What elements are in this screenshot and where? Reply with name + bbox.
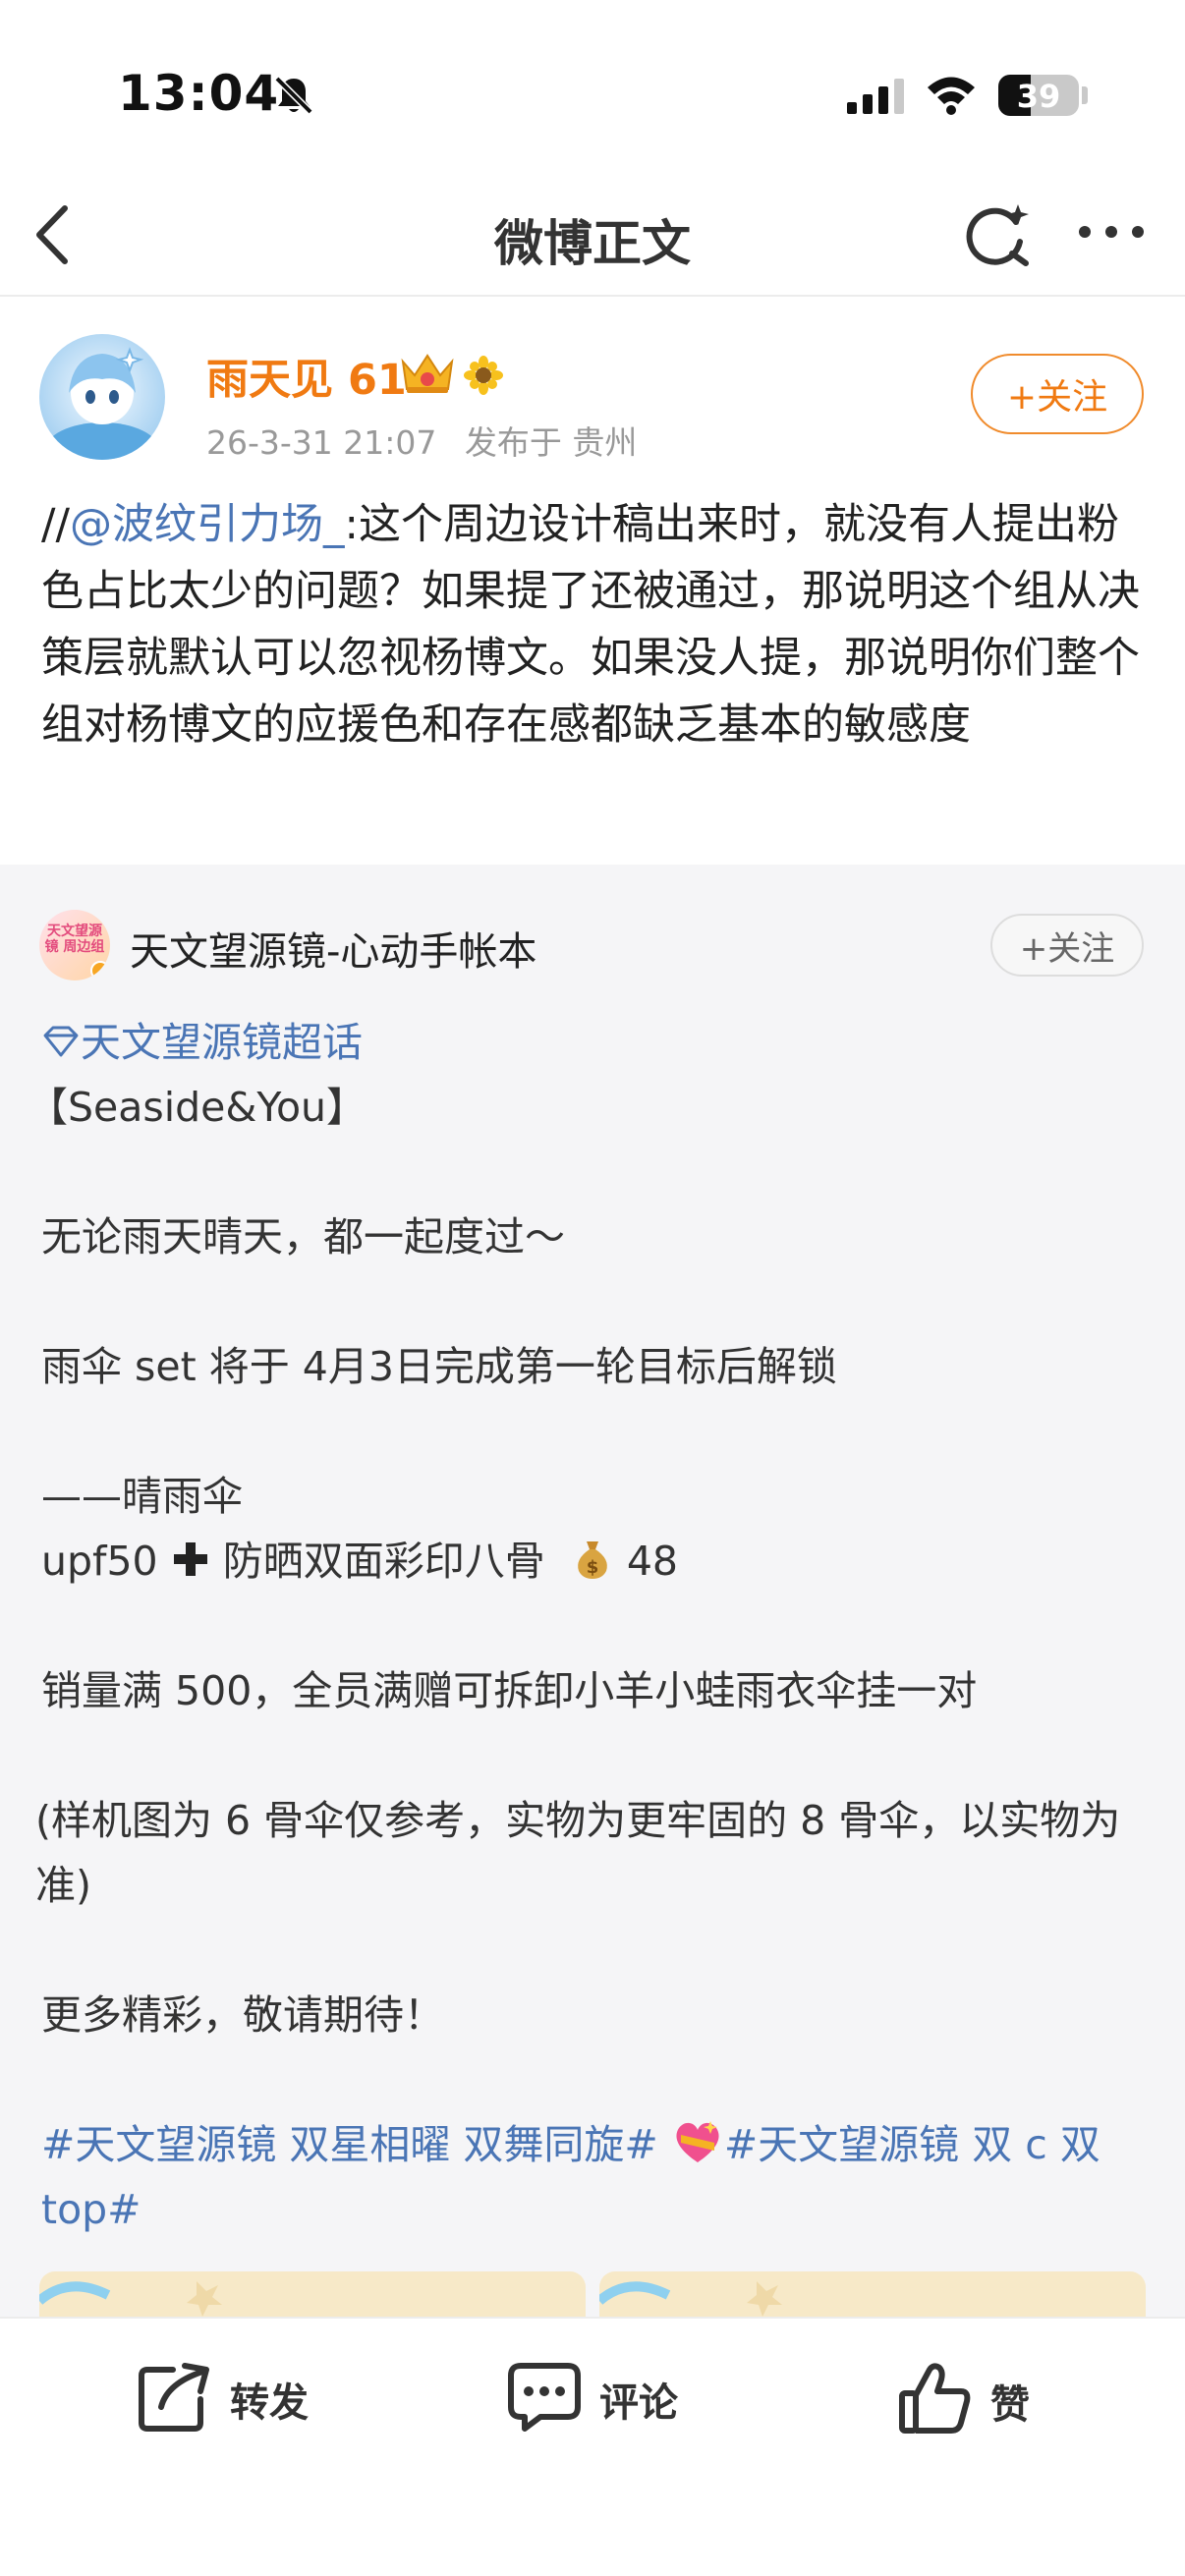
battery-level: 39 [1016, 78, 1061, 115]
avatar-logo-text: 天文望源镜 周边组 [44, 924, 105, 955]
svg-text:$: $ [587, 1557, 599, 1578]
post-date: 26-3-31 21:07 [206, 423, 437, 462]
hashtag-link[interactable]: #天文望源镜 双星相曜 双舞同旋# [41, 2121, 658, 2168]
image-thumbnail[interactable] [39, 2271, 586, 2319]
original-follow-button[interactable]: +关注 [990, 914, 1144, 977]
status-time: 13:04 [118, 65, 280, 122]
bell-mute-icon [271, 73, 316, 122]
like-button[interactable]: 赞 [898, 2362, 1030, 2440]
money-bag-icon: $ [571, 1535, 614, 1579]
post-line: 销量满 500，全员满赠可拆卸小羊小蛙雨衣伞挂一对 [41, 1667, 978, 1714]
crown-badge-icon [399, 350, 456, 399]
follow-button[interactable]: +关注 [971, 354, 1144, 434]
sunflower-badge-icon [464, 356, 503, 399]
post-meta: 26-3-31 21:07 发布于 贵州 [206, 417, 654, 464]
supertopic-link[interactable]: 天文望源镜超话 [41, 1010, 1152, 1075]
original-post-body: 天文望源镜超话 【Seaside&You】 无论雨天晴天，都一起度过～ 雨伞 s… [28, 1010, 1152, 2242]
post-line: 更多精彩，敬请期待！ [41, 1991, 444, 2039]
repost-label: 转发 [230, 2380, 309, 2426]
share-icon [138, 2362, 212, 2436]
diamond-icon [41, 1012, 81, 1057]
sparkling-heart-icon [671, 2117, 724, 2166]
image-thumbnails [39, 2271, 1150, 2319]
wifi-icon [924, 73, 979, 120]
cellular-signal-icon [847, 79, 908, 118]
repost-button[interactable]: 转发 [138, 2362, 309, 2436]
verified-badge-icon [90, 961, 110, 980]
original-author-name[interactable]: 天文望源镜-心动手帐本 [130, 920, 536, 977]
battery-indicator: 39 [998, 75, 1079, 116]
comment-button[interactable]: 评论 [507, 2362, 678, 2436]
like-label: 赞 [990, 2382, 1030, 2428]
post-line-price: upf50 防晒双面彩印八骨 $ 48 [41, 1529, 1152, 1594]
post-title: 【Seaside&You】 [28, 1084, 367, 1131]
repost-comment: //@波纹引力场_:这个周边设计稿出来时，就没有人提出粉色占比太少的问题？如果提… [41, 491, 1152, 758]
plus-emoji-icon [171, 1533, 210, 1576]
post-location: 发布于 贵州 [464, 423, 638, 462]
post-line: 无论雨天晴天，都一起度过～ [41, 1213, 565, 1260]
status-bar: 13:04 39 [0, 0, 1185, 177]
comment-icon [507, 2362, 582, 2436]
bottom-action-bar: 转发 评论 赞 [0, 2317, 1185, 2576]
post-line: 雨伞 set 将于 4月3日完成第一轮目标后解锁 [41, 1343, 837, 1390]
nav-bar: 微博正文 [0, 177, 1185, 297]
original-post-card[interactable]: 天文望源镜 周边组 天文望源镜-心动手帐本 +关注 天文望源镜超话 【Seasi… [0, 865, 1185, 2319]
more-icon[interactable] [1077, 224, 1146, 244]
post-author-header: 雨天见 61 26-3-31 21:07 发布于 贵州 +关注 [0, 297, 1185, 474]
avatar[interactable] [39, 334, 165, 460]
mention-link[interactable]: @波纹引力场_ [70, 500, 345, 549]
post-line: ——晴雨伞 [41, 1473, 243, 1520]
original-author-avatar[interactable]: 天文望源镜 周边组 [39, 910, 110, 980]
repost-prefix: // [41, 500, 70, 549]
post-line: (样机图为 6 骨伞仅参考，实物为更牢固的 8 骨伞，以实物为准) [35, 1797, 1121, 1909]
author-name[interactable]: 雨天见 61 [206, 346, 407, 407]
image-thumbnail[interactable] [599, 2271, 1146, 2319]
refresh-icon[interactable] [963, 198, 1032, 273]
comment-label: 评论 [599, 2380, 678, 2426]
thumbs-up-icon [898, 2362, 973, 2440]
